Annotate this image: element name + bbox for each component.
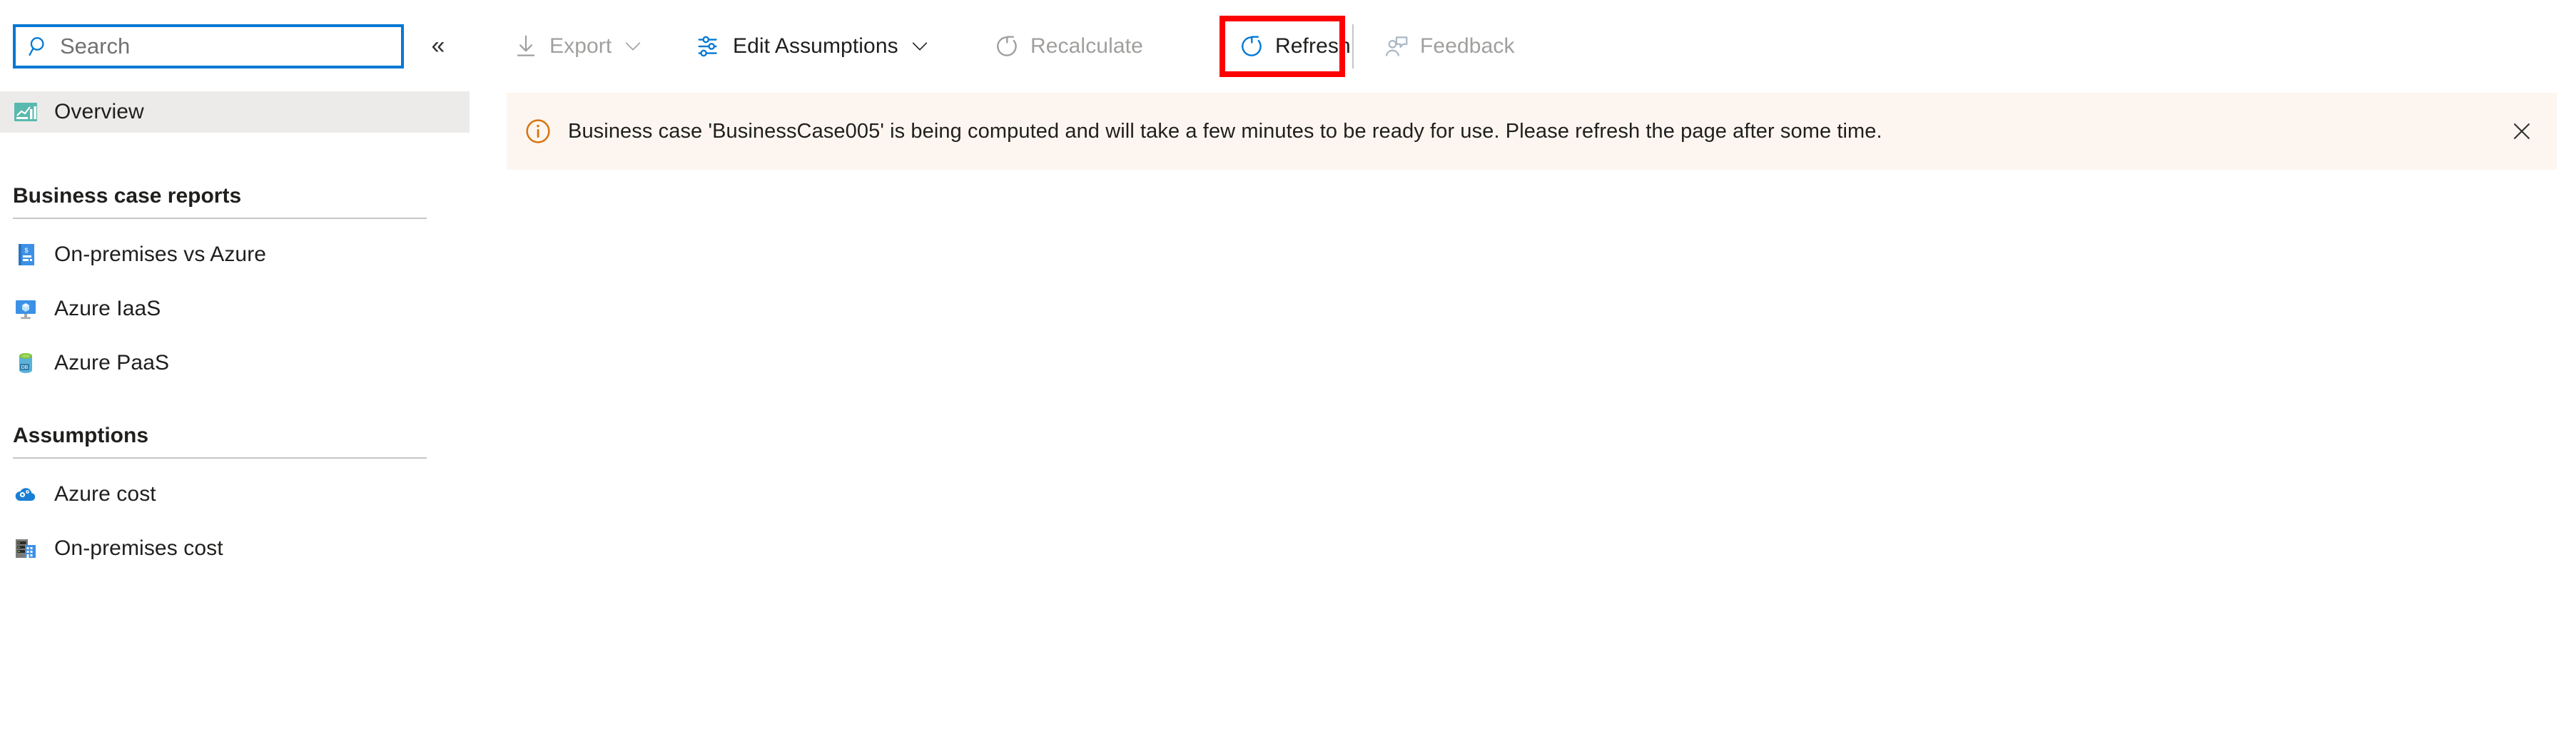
section-title: Business case reports <box>13 184 242 208</box>
info-banner: Business case 'BusinessCase005' is being… <box>507 93 2557 170</box>
business-case-page: « Overview Business case reports <box>0 0 2576 754</box>
recalculate-button[interactable]: Recalculate <box>993 26 1143 67</box>
sidebar-section-business-case-reports: Business case reports <box>13 184 427 219</box>
section-divider <box>13 218 427 219</box>
close-icon <box>2510 119 2534 146</box>
azure-database-icon: DB <box>13 350 39 376</box>
sidebar-item-on-premises-cost[interactable]: On-premises cost <box>0 528 470 569</box>
toolbar-divider <box>1352 24 1354 68</box>
edit-assumptions-label: Edit Assumptions <box>733 34 898 58</box>
sidebar-item-label: On-premises cost <box>54 536 223 560</box>
export-button[interactable]: Export <box>512 26 643 67</box>
refresh-circle-icon <box>993 33 1020 60</box>
sidebar-item-azure-paas[interactable]: DB Azure PaaS <box>0 342 470 384</box>
person-feedback-icon <box>1383 33 1410 60</box>
svg-text:$: $ <box>24 247 28 254</box>
azure-vm-monitor-icon <box>13 296 39 322</box>
sidebar-item-label: On-premises vs Azure <box>54 243 267 266</box>
invoice-dollar-icon: $ <box>13 242 39 268</box>
sidebar-section-assumptions: Assumptions <box>13 424 427 459</box>
sidebar-item-label: Azure PaaS <box>54 351 170 375</box>
sidebar-item-azure-iaas[interactable]: Azure IaaS <box>0 288 470 330</box>
search-input[interactable] <box>60 29 367 63</box>
search-icon <box>27 34 51 58</box>
sidebar-item-on-premises-vs-azure[interactable]: $ On-premises vs Azure <box>0 234 470 275</box>
sidebar: « Overview Business case reports <box>0 0 500 754</box>
section-title: Assumptions <box>13 424 149 447</box>
edit-assumptions-button[interactable]: Edit Assumptions <box>696 26 930 67</box>
info-banner-message: Business case 'BusinessCase005' is being… <box>568 119 1882 143</box>
search-input-wrapper[interactable] <box>13 24 404 68</box>
download-arrow-icon <box>512 33 539 60</box>
sidebar-item-label: Overview <box>54 100 144 123</box>
svg-text:DB: DB <box>21 365 29 370</box>
report-content-area <box>500 170 2576 754</box>
chevron-down-icon <box>623 39 643 54</box>
command-toolbar: Export Edit Assumptions Recalculate Refr… <box>500 0 2576 93</box>
sidebar-item-overview[interactable]: Overview <box>0 91 470 133</box>
info-circle-icon <box>524 117 552 146</box>
feedback-label: Feedback <box>1420 34 1515 58</box>
sidebar-item-label: Azure cost <box>54 482 156 506</box>
section-divider <box>13 457 427 459</box>
collapse-sidebar-button[interactable]: « <box>422 31 454 60</box>
export-label: Export <box>549 34 612 58</box>
close-banner-button[interactable] <box>2507 117 2537 147</box>
server-building-icon <box>13 536 39 561</box>
refresh-button[interactable]: Refresh <box>1238 26 1351 67</box>
refresh-label: Refresh <box>1275 34 1351 58</box>
chevron-down-icon <box>910 39 930 54</box>
sliders-icon <box>696 33 723 60</box>
sidebar-item-label: Azure IaaS <box>54 297 161 320</box>
sidebar-item-azure-cost[interactable]: Azure cost <box>0 474 470 515</box>
azure-cloud-gear-icon <box>13 482 39 507</box>
recalculate-label: Recalculate <box>1030 34 1143 58</box>
feedback-button[interactable]: Feedback <box>1383 26 1515 67</box>
refresh-circle-icon <box>1238 33 1265 60</box>
chart-report-icon <box>13 99 39 125</box>
